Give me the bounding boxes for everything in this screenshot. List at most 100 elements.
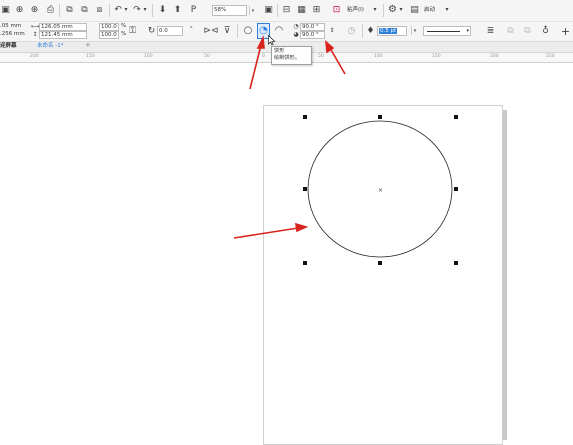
selection-handle-bottom-right[interactable] <box>454 261 458 265</box>
mouse-cursor-icon <box>268 35 276 46</box>
export-icon[interactable]: ⬆ <box>172 4 183 16</box>
separator <box>109 4 110 17</box>
selection-handle-right[interactable] <box>454 187 458 191</box>
start-angle-icon: ◔ <box>293 23 299 30</box>
property-bar: .05 mm .256 mm ⟷ ↕ 126.05 mm 121.45 mm 1… <box>0 22 573 42</box>
zoom-dropdown-icon[interactable]: ▾ <box>249 6 256 15</box>
ruler-tick-label: 100 <box>374 54 383 59</box>
add-tab-button[interactable]: + <box>85 42 91 49</box>
selection-handle-bottom-left[interactable] <box>303 261 307 265</box>
separator <box>362 24 363 38</box>
import-icon[interactable]: ⬇ <box>157 4 168 16</box>
separator <box>383 4 384 17</box>
ruler-tick-label: 200 <box>490 54 499 59</box>
page-shadow <box>503 110 507 440</box>
separator <box>237 24 238 38</box>
paste-menu-label[interactable]: 粘声(I) <box>347 7 364 14</box>
end-angle-input[interactable]: 90.0 ° <box>300 31 325 39</box>
lock-ratio-icon[interactable]: ⚿ <box>128 25 137 37</box>
show-grid-icon[interactable]: ▦ <box>296 4 307 16</box>
ruler-tick-label: 250 <box>546 54 555 59</box>
show-rulers-icon[interactable]: ⊟ <box>281 4 292 16</box>
show-guidelines-icon[interactable]: ⊞ <box>311 4 322 16</box>
tooltip-description: 绘制饼形。 <box>274 55 300 61</box>
rotation-degree-sign: ° <box>190 26 193 32</box>
scale-width-unit: % <box>121 23 127 29</box>
application-launcher-icon[interactable]: ▤ <box>409 4 420 16</box>
object-width-input[interactable]: 126.05 mm <box>39 23 87 31</box>
cut-icon[interactable]: ⧉ <box>64 4 75 16</box>
options-gear-icon[interactable]: ⚙ <box>387 4 398 16</box>
change-direction-icon[interactable]: ◷ <box>346 25 357 37</box>
redo-dropdown-icon[interactable]: ▾ <box>142 4 148 16</box>
undo-icon[interactable]: ↶ <box>113 4 123 16</box>
center-marker: × <box>378 187 383 194</box>
paste-icon[interactable]: ⧈ <box>94 4 105 16</box>
mirror-vertical-icon[interactable]: ⊽ <box>222 25 232 37</box>
rotation-icon: ↻ <box>147 25 156 36</box>
width-icon: ⟷ <box>30 22 40 30</box>
selection-handle-left[interactable] <box>303 187 307 191</box>
options-dropdown-icon[interactable]: ▾ <box>398 4 404 16</box>
save-icon[interactable]: ▣ <box>1 4 10 16</box>
ruler-tick-label: 150 <box>432 54 441 59</box>
undo-dropdown-icon[interactable]: ▾ <box>123 4 129 16</box>
cloud-export-icon[interactable]: ⊕ <box>29 4 40 16</box>
end-angle-icon: ◕ <box>293 31 299 38</box>
pie-tool-tooltip: 饼形 绘制饼形。 <box>271 46 312 65</box>
separator <box>59 4 60 17</box>
print-icon[interactable]: ⎙ <box>45 4 56 16</box>
ruler-tick-label: 0 <box>262 54 265 59</box>
scale-height-unit: % <box>121 31 127 37</box>
selected-circle-object[interactable]: × <box>300 112 465 272</box>
scale-width-input[interactable]: 100.0 <box>99 23 119 31</box>
snap-icon[interactable]: ⊡ <box>331 4 342 16</box>
standard-toolbar: ▣ ⊕ ⊕ ⎙ ⧉ ⧉ ⧈ ↶ ▾ ↷ ▾ ⬇ ⬆ P 58% ▾ ▣ ⊟ ▦ … <box>0 0 573 22</box>
tooltip-title: 饼形 <box>274 48 285 54</box>
selection-handle-top-right[interactable] <box>454 115 458 119</box>
to-front-icon[interactable]: ⧉ <box>505 25 516 37</box>
add-property-icon[interactable]: + <box>560 25 571 37</box>
zoom-level-input[interactable]: 58% <box>212 5 247 16</box>
angle-spinner-icon[interactable]: ⇕ <box>327 24 337 38</box>
selection-handle-bottom[interactable] <box>378 261 382 265</box>
launch-dropdown-icon[interactable]: ▾ <box>444 4 450 16</box>
object-height-input[interactable]: 121.45 mm <box>39 31 87 39</box>
ruler-tick-label: 200 <box>30 54 39 59</box>
tab-untitled-document[interactable]: 未命名 -1* <box>37 43 63 50</box>
separator <box>277 4 278 17</box>
cloud-import-icon[interactable]: ⊕ <box>14 4 25 16</box>
ruler-tick-label: 50 <box>204 54 210 59</box>
ellipse-mode-icon[interactable]: ○ <box>242 24 254 38</box>
wrap-text-icon[interactable]: ≣ <box>485 25 496 37</box>
outline-width-value: 0.5 pt <box>379 28 398 34</box>
separator <box>152 4 153 17</box>
x-position-value[interactable]: .05 mm <box>0 23 21 30</box>
selection-handle-top[interactable] <box>378 115 382 119</box>
ruler-tick-label: 100 <box>144 54 153 59</box>
ruler-tick-label: 50 <box>318 54 324 59</box>
line-style-select[interactable]: ▾ <box>423 26 471 36</box>
to-back-icon[interactable]: ⧉ <box>522 25 533 37</box>
outline-width-input[interactable]: 0.5 pt <box>377 26 407 36</box>
launch-label[interactable]: 启动 <box>424 7 435 14</box>
ruler-tick-label: 150 <box>86 54 95 59</box>
start-angle-input[interactable]: 90.0 ° <box>300 23 325 31</box>
convert-to-curves-icon[interactable]: ♁ <box>540 25 551 37</box>
tab-welcome-screen[interactable]: 迎屏幕 <box>0 43 17 50</box>
height-icon: ↕ <box>32 30 38 38</box>
y-position-value[interactable]: .256 mm <box>0 31 25 38</box>
copy-icon[interactable]: ⧉ <box>79 4 90 16</box>
line-style-preview <box>427 31 460 32</box>
mirror-horizontal-icon[interactable]: ⊳⊲ <box>203 25 218 37</box>
line-style-dropdown-icon: ▾ <box>466 28 469 34</box>
paste-menu-dropdown-icon[interactable]: ▾ <box>372 4 378 16</box>
full-screen-icon[interactable]: ▣ <box>263 4 274 16</box>
selection-handle-top-left[interactable] <box>303 115 307 119</box>
outline-width-dropdown-icon[interactable]: ▾ <box>411 26 418 35</box>
publish-pdf-icon[interactable]: P <box>188 4 199 16</box>
rotation-angle-input[interactable]: 0.0 <box>157 26 183 36</box>
scale-height-input[interactable]: 100.0 <box>99 31 119 39</box>
outline-width-icon: ♦ <box>366 25 375 36</box>
redo-icon[interactable]: ↷ <box>132 4 142 16</box>
